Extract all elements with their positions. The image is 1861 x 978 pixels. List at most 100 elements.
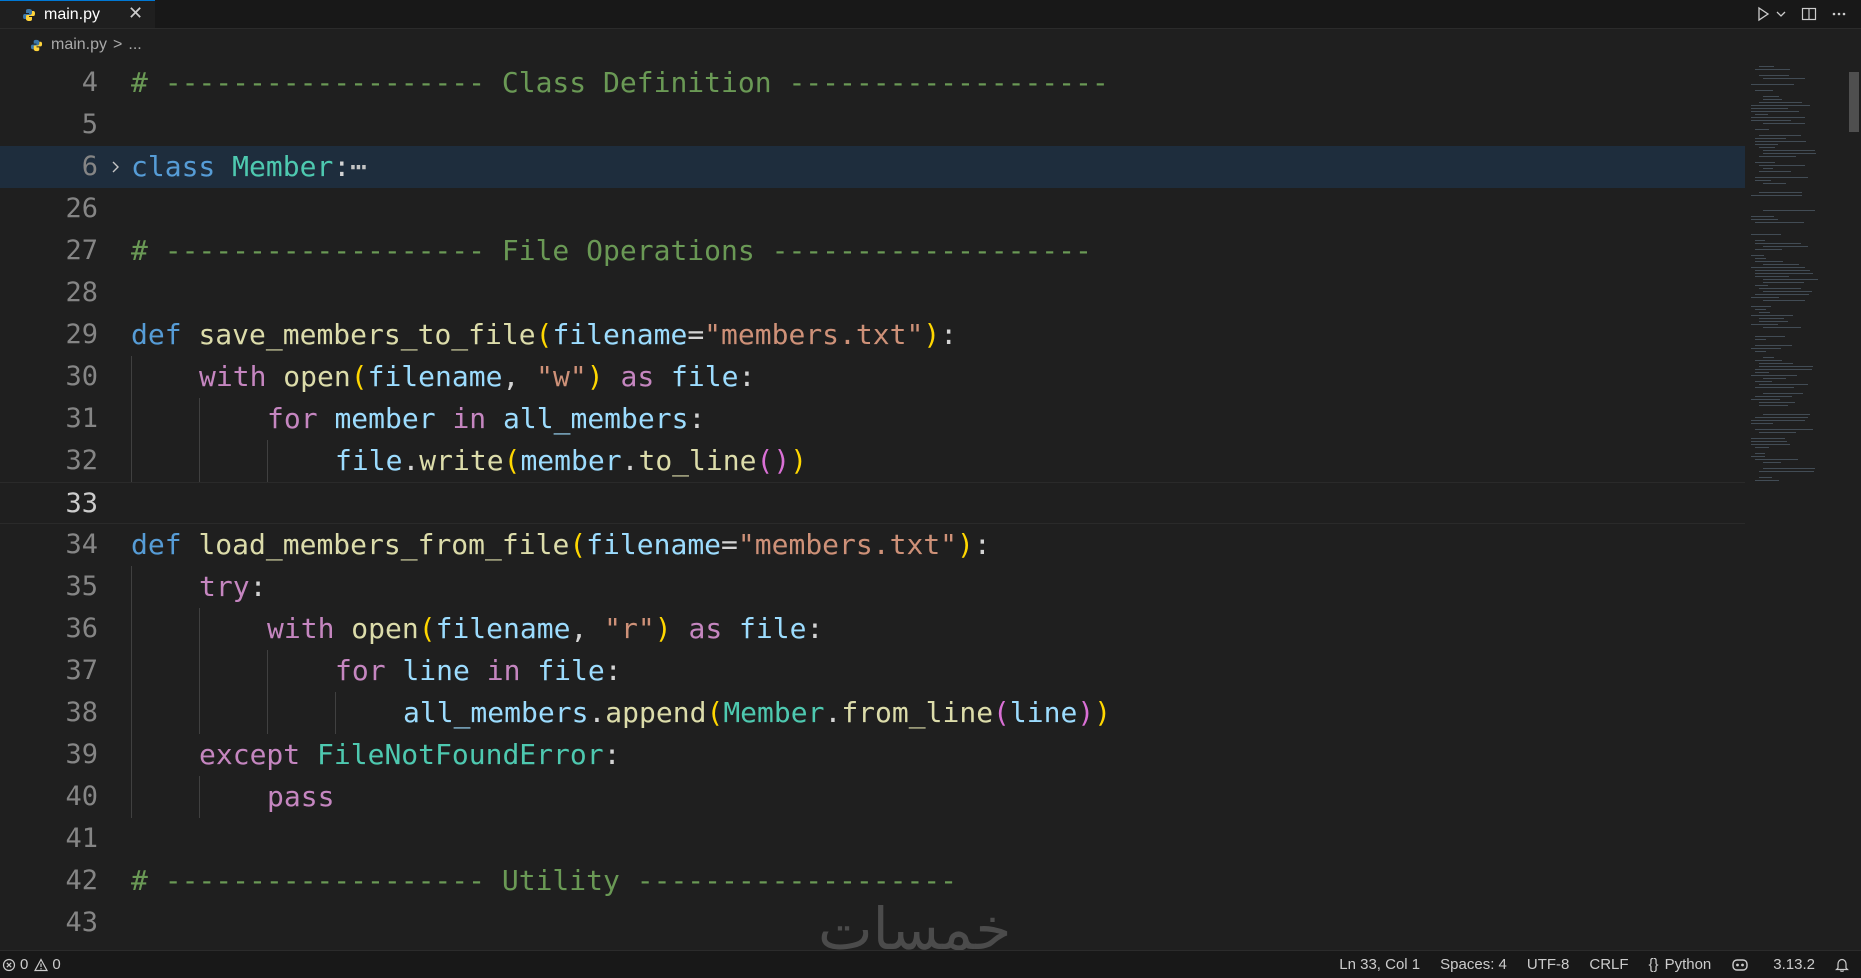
minimap-row bbox=[1755, 387, 1794, 388]
minimap-row bbox=[1759, 321, 1788, 322]
variable: line bbox=[1009, 696, 1078, 729]
minimap-row bbox=[1763, 291, 1812, 292]
close-icon[interactable]: ✕ bbox=[128, 5, 143, 23]
python-version[interactable]: 3.13.2 bbox=[1773, 956, 1815, 973]
code-line[interactable]: 30 with open(filename, "w") as file: bbox=[0, 356, 1745, 398]
code-line[interactable]: 5 bbox=[0, 104, 1745, 146]
line-number: 27 bbox=[65, 235, 98, 266]
minimap-row bbox=[1755, 162, 1775, 163]
keyword: class bbox=[131, 150, 216, 183]
minimap-row bbox=[1763, 414, 1810, 415]
chevron-right-icon[interactable] bbox=[110, 146, 122, 188]
keyword: pass bbox=[267, 780, 335, 813]
code-line[interactable]: 35 try: bbox=[0, 566, 1745, 608]
minimap-row bbox=[1751, 423, 1773, 424]
tab-main-py[interactable]: main.py ✕ bbox=[0, 0, 155, 28]
code-line-folded[interactable]: 6 class Member:⋯ bbox=[0, 146, 1745, 188]
code-line[interactable]: 29 def save_members_to_file(filename="me… bbox=[0, 314, 1745, 356]
keyword: with bbox=[267, 612, 335, 645]
variable: file bbox=[335, 444, 403, 477]
bracket: () bbox=[756, 444, 791, 477]
minimap-row bbox=[1751, 117, 1805, 118]
line-number: 41 bbox=[65, 823, 98, 854]
minimap-row bbox=[1755, 243, 1801, 244]
code-line[interactable]: 28 bbox=[0, 272, 1745, 314]
python-file-icon bbox=[30, 39, 43, 51]
minimap-row bbox=[1751, 315, 1793, 316]
minimap-row bbox=[1759, 405, 1788, 406]
keyword: try bbox=[199, 570, 250, 603]
bracket: ( bbox=[706, 696, 724, 729]
minimap-row bbox=[1755, 360, 1782, 361]
keyword: as bbox=[620, 360, 655, 393]
line-number: 36 bbox=[65, 613, 98, 644]
notifications-button[interactable] bbox=[1835, 957, 1853, 973]
language-mode[interactable]: {} Python bbox=[1649, 956, 1712, 973]
split-editor-button[interactable] bbox=[1801, 6, 1817, 22]
punctuation: : bbox=[806, 612, 824, 645]
cursor-position[interactable]: Ln 33, Col 1 bbox=[1339, 956, 1420, 973]
bracket: ( bbox=[350, 360, 368, 393]
string: "members.txt" bbox=[704, 318, 924, 351]
minimap-row bbox=[1763, 357, 1774, 358]
folded-ellipsis[interactable]: ⋯ bbox=[350, 150, 367, 183]
line-number: 5 bbox=[81, 109, 98, 140]
punctuation: : bbox=[688, 402, 706, 435]
encoding[interactable]: UTF-8 bbox=[1527, 956, 1570, 973]
copilot-button[interactable] bbox=[1731, 957, 1753, 973]
code-line[interactable]: 32 file.write(member.to_line()) bbox=[0, 440, 1745, 482]
code-line[interactable]: 37 for line in file: bbox=[0, 650, 1745, 692]
comment: # ------------------- File Operations --… bbox=[131, 234, 1092, 267]
breadcrumb-file[interactable]: main.py bbox=[51, 36, 107, 54]
chevron-down-icon[interactable] bbox=[1775, 8, 1787, 20]
end-of-line[interactable]: CRLF bbox=[1589, 956, 1628, 973]
minimap[interactable] bbox=[1745, 62, 1845, 950]
minimap-row bbox=[1763, 393, 1803, 394]
minimap-row bbox=[1751, 456, 1765, 457]
code-line[interactable]: 27 # ------------------- File Operations… bbox=[0, 230, 1745, 272]
code-line[interactable]: 36 with open(filename, "r") as file: bbox=[0, 608, 1745, 650]
minimap-row bbox=[1755, 270, 1810, 271]
minimap-row bbox=[1759, 384, 1808, 385]
run-icon bbox=[1758, 6, 1770, 22]
code-line[interactable]: 40 pass bbox=[0, 776, 1745, 818]
code-line[interactable]: 31 for member in all_members: bbox=[0, 398, 1745, 440]
indent-guide bbox=[199, 440, 200, 482]
more-actions-button[interactable] bbox=[1831, 6, 1847, 22]
code-line[interactable]: 38 all_members.append(Member.from_line(l… bbox=[0, 692, 1745, 734]
indent-guide bbox=[267, 692, 268, 734]
run-button[interactable] bbox=[1755, 6, 1787, 22]
minimap-row bbox=[1751, 108, 1788, 109]
code-line[interactable]: 39 except FileNotFoundError: bbox=[0, 734, 1745, 776]
minimap-row bbox=[1759, 363, 1793, 364]
variable: filename bbox=[435, 612, 571, 645]
minimap-row bbox=[1755, 129, 1769, 130]
breadcrumb-more[interactable]: ... bbox=[128, 36, 141, 54]
code-line-current[interactable]: 33 bbox=[0, 482, 1745, 524]
punctuation: , bbox=[570, 612, 605, 645]
code-editor[interactable]: 4 # ------------------- Class Definition… bbox=[0, 62, 1861, 950]
indent-guide bbox=[199, 650, 200, 692]
code-line[interactable]: 4 # ------------------- Class Definition… bbox=[0, 62, 1745, 104]
variable: filename bbox=[367, 360, 503, 393]
problems-indicator[interactable]: 0 0 bbox=[2, 956, 61, 973]
code-line[interactable]: 26 bbox=[0, 188, 1745, 230]
minimap-row bbox=[1759, 366, 1813, 367]
indent-guide bbox=[131, 608, 132, 650]
vertical-scrollbar[interactable] bbox=[1847, 62, 1861, 950]
minimap-row bbox=[1751, 420, 1805, 421]
class-name: Member bbox=[232, 150, 334, 183]
indent-guide bbox=[199, 398, 200, 440]
error-icon bbox=[2, 958, 16, 971]
minimap-row bbox=[1763, 96, 1779, 97]
scrollbar-thumb[interactable] bbox=[1849, 72, 1859, 132]
variable: member bbox=[520, 444, 622, 477]
code-line[interactable]: 41 bbox=[0, 818, 1745, 860]
minimap-row bbox=[1751, 399, 1780, 400]
indentation[interactable]: Spaces: 4 bbox=[1440, 956, 1507, 973]
variable: file bbox=[671, 360, 739, 393]
minimap-row bbox=[1751, 84, 1794, 85]
code-line[interactable]: 34 def load_members_from_file(filename="… bbox=[0, 524, 1745, 566]
minimap-row bbox=[1759, 432, 1796, 433]
split-editor-icon bbox=[1801, 7, 1817, 21]
